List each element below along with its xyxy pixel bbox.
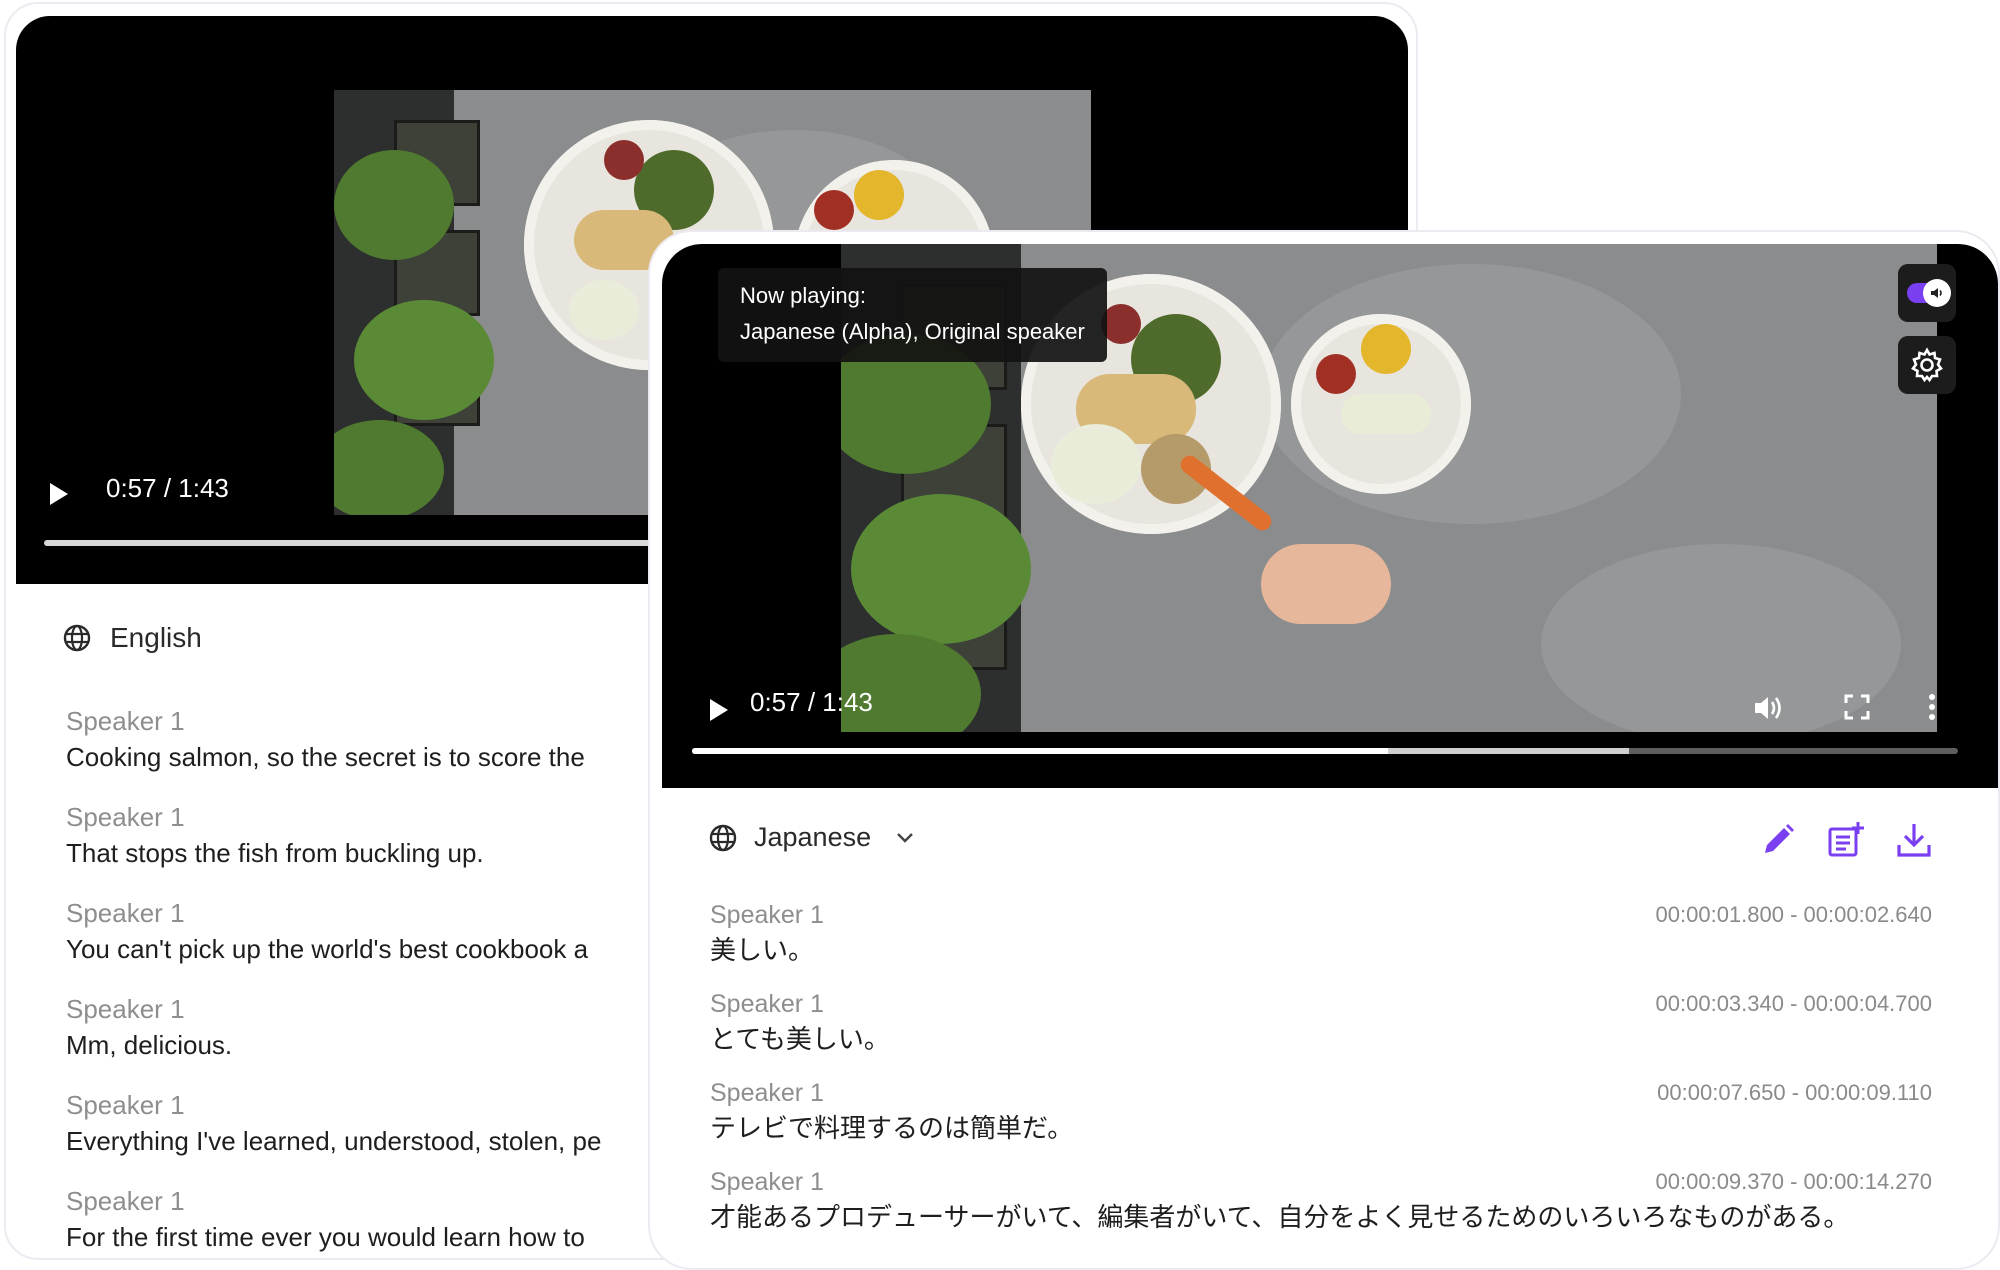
- globe-icon: [709, 824, 737, 851]
- speaker-label: Speaker 1: [66, 994, 185, 1024]
- gear-icon: [1911, 347, 1943, 383]
- edit-button[interactable]: [1758, 820, 1798, 860]
- speaker-label: Speaker 1: [66, 1186, 185, 1216]
- language-name: English: [110, 622, 202, 653]
- tooltip-track: Japanese (Alpha), Original speaker: [740, 319, 1085, 344]
- japanese-player-card: Now playing: Japanese (Alpha), Original …: [648, 230, 2000, 1270]
- japanese-transcript: Speaker 1 00:00:01.800 - 00:00:02.640 美し…: [710, 898, 1932, 1254]
- volume-icon[interactable]: [1752, 692, 1786, 724]
- transcript-entry[interactable]: Speaker 1 00:00:07.650 - 00:00:09.110 テレ…: [710, 1076, 1932, 1165]
- speaker-label: Speaker 1: [66, 898, 185, 928]
- transcript-entry[interactable]: Speaker 1 00:00:03.340 - 00:00:04.700 とて…: [710, 987, 1932, 1076]
- caption-text: 才能あるプロデューサーがいて、編集者がいて、自分をよく見せるためのいろいろなもの…: [710, 1203, 1850, 1233]
- transcript-entry[interactable]: Speaker 1 00:00:09.370 - 00:00:14.270 才能…: [710, 1165, 1932, 1254]
- language-selector[interactable]: Japanese: [708, 822, 915, 853]
- transcript-entry[interactable]: Speaker 1 00:00:01.800 - 00:00:02.640 美し…: [710, 898, 1932, 987]
- transcript-actions: [1758, 820, 1934, 860]
- english-transcript: Speaker 1 Cooking salmon, so the secret …: [66, 704, 746, 1258]
- play-icon[interactable]: [708, 698, 730, 722]
- transcript-entry[interactable]: Speaker 1 Mm, delicious.: [66, 992, 746, 1064]
- caption-text: Cooking salmon, so the secret is to scor…: [66, 742, 585, 772]
- caption-text: Mm, delicious.: [66, 1030, 233, 1060]
- toggle-switch[interactable]: [1907, 279, 1951, 307]
- caption-text: For the first time ever you would learn …: [66, 1222, 585, 1252]
- time-display: 0:57 / 1:43: [750, 687, 873, 717]
- caption-text: 美しい。: [710, 936, 815, 966]
- caption-text: You can't pick up the world's best cookb…: [66, 934, 589, 964]
- timestamp-range: 00:00:03.340 - 00:00:04.700: [1655, 991, 1932, 1016]
- play-icon[interactable]: [48, 482, 70, 506]
- language-label: English: [62, 622, 202, 654]
- fullscreen-icon[interactable]: [1842, 692, 1872, 722]
- add-note-icon: [1828, 822, 1864, 857]
- caption-text: Everything I've learned, understood, sto…: [66, 1126, 602, 1156]
- timestamp-range: 00:00:07.650 - 00:00:09.110: [1657, 1080, 1932, 1105]
- speaker-label: Speaker 1: [66, 706, 185, 736]
- caption-text: テレビで料理するのは簡単だ。: [710, 1114, 1074, 1144]
- add-note-button[interactable]: [1826, 820, 1866, 860]
- language-name: Japanese: [754, 822, 872, 852]
- download-button[interactable]: [1894, 820, 1934, 860]
- download-icon: [1897, 824, 1931, 857]
- transcript-entry[interactable]: Speaker 1 Cooking salmon, so the secret …: [66, 704, 746, 776]
- more-vertical-icon[interactable]: [1926, 692, 1938, 722]
- chevron-down-icon: [897, 832, 913, 843]
- progress-bar[interactable]: [692, 748, 1958, 754]
- tooltip-title: Now playing:: [740, 283, 866, 308]
- audio-track-toggle[interactable]: [1898, 264, 1956, 322]
- timestamp-range: 00:00:09.370 - 00:00:14.270: [1655, 1169, 1932, 1194]
- caption-text: とても美しい。: [710, 1025, 890, 1055]
- caption-text: That stops the fish from buckling up.: [66, 838, 484, 868]
- speaker-label: Speaker 1: [66, 802, 185, 832]
- toggle-knob: [1923, 279, 1951, 307]
- played-bar: [692, 748, 1389, 754]
- transcript-entry[interactable]: Speaker 1 Everything I've learned, under…: [66, 1088, 746, 1160]
- now-playing-tooltip: Now playing: Japanese (Alpha), Original …: [718, 268, 1107, 362]
- speaker-icon: [1931, 288, 1942, 298]
- globe-icon: [63, 624, 91, 652]
- speaker-label: Speaker 1: [66, 1090, 185, 1120]
- transcript-entry[interactable]: Speaker 1 For the first time ever you wo…: [66, 1184, 746, 1256]
- settings-button[interactable]: [1898, 336, 1956, 394]
- time-display: 0:57 / 1:43: [106, 473, 229, 503]
- transcript-entry[interactable]: Speaker 1 That stops the fish from buckl…: [66, 800, 746, 872]
- timestamp-range: 00:00:01.800 - 00:00:02.640: [1655, 902, 1932, 927]
- japanese-video-player[interactable]: Now playing: Japanese (Alpha), Original …: [662, 244, 1998, 788]
- transcript-entry[interactable]: Speaker 1 You can't pick up the world's …: [66, 896, 746, 968]
- pencil-icon: [1765, 824, 1794, 853]
